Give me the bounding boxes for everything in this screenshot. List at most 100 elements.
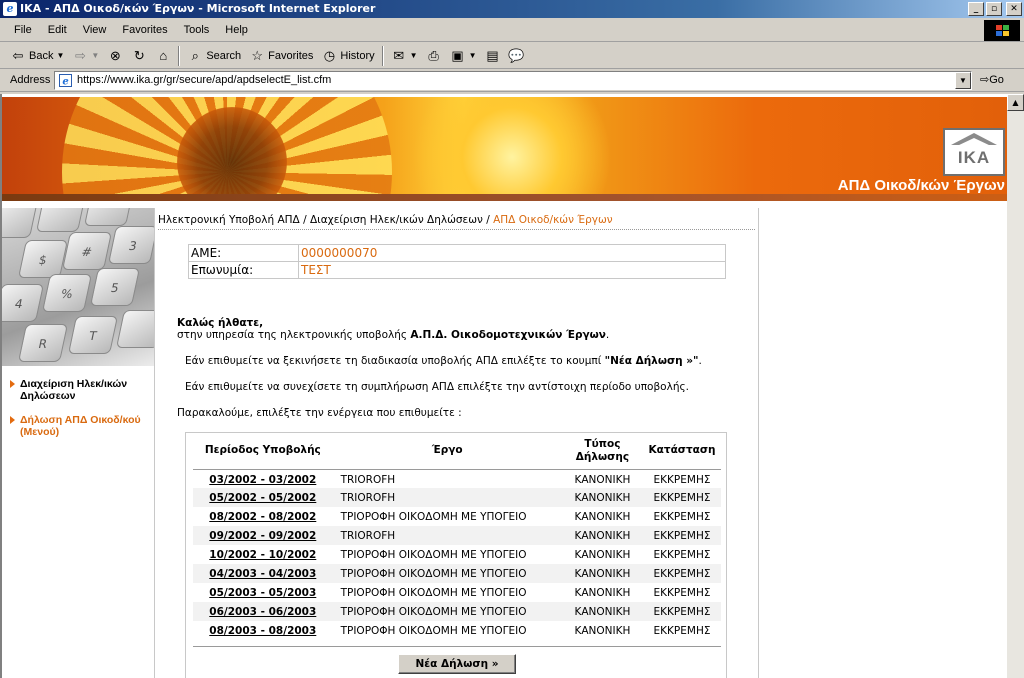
discuss-button[interactable]: 💬 — [505, 45, 529, 67]
breadcrumb-manage[interactable]: Διαχείριση Ηλεκ/ικών Δηλώσεων — [310, 214, 483, 226]
favorites-label: Favorites — [268, 49, 314, 62]
window-title: ΙΚΑ - ΑΠΔ Οικοδ/κών Έργων - Microsoft In… — [20, 2, 376, 15]
favorites-button[interactable]: ☆ Favorites — [245, 45, 317, 67]
minimize-button[interactable]: _ — [968, 2, 984, 16]
menu-tools[interactable]: Tools — [176, 19, 218, 42]
keyboard-key: 4 — [2, 284, 45, 322]
go-button[interactable]: ⇨Go — [980, 73, 1004, 86]
status-cell: ΕΚΚΡΕΜΗΣ — [653, 510, 711, 523]
table-row: 06/2003 - 06/2003 ΤΡΙΟΡΟΦΗ ΟΙΚΟΔΟΜΗ ΜΕ Υ… — [193, 602, 721, 621]
address-bar: Address e https://www.ika.gr/gr/secure/a… — [0, 70, 1024, 92]
menu-view[interactable]: View — [75, 19, 115, 42]
back-label: Back — [29, 49, 54, 62]
welcome-text: Καλώς ήλθατε, στην υπηρεσία της ηλεκτρον… — [177, 317, 609, 341]
status-cell: ΕΚΚΡΕΜΗΣ — [643, 602, 721, 621]
menu-favorites[interactable]: Favorites — [114, 19, 175, 42]
mail-icon: ✉ — [393, 47, 405, 63]
col-status: Κατάσταση — [643, 433, 721, 470]
maximize-button[interactable]: ▫ — [986, 2, 1002, 16]
go-arrow-icon: ⇨ — [980, 74, 990, 86]
select-action-prompt: Παρακαλούμε, επιλέξτε την ενέργεια που ε… — [177, 407, 462, 419]
table-row: 05/2003 - 05/2003 ΤΡΙΟΡΟΦΗ ΟΙΚΟΔΟΜΗ ΜΕ Υ… — [193, 583, 721, 602]
history-button[interactable]: ◷ History — [317, 45, 378, 67]
sunflower-glow — [412, 97, 612, 201]
project-cell: ΤΡΙΟΡΟΦΗ ΟΙΚΟΔΟΜΗ ΜΕ ΥΠΟΓΕΙΟ — [332, 602, 562, 621]
declarations-table: Περίοδος Υποβολής Έργο Τύπος Δήλωσης Κατ… — [193, 433, 721, 647]
instruction-end: . — [698, 355, 702, 367]
type-cell: ΚΑΝΟΝΙΚΗ — [574, 548, 631, 561]
address-url[interactable]: https://www.ika.gr/gr/secure/apd/apdsele… — [77, 74, 331, 86]
type-cell: ΚΑΝΟΝΙΚΗ — [561, 488, 644, 507]
project-cell: TRIOROFH — [340, 473, 396, 486]
forward-arrow-icon: ⇨ — [74, 47, 86, 63]
svg-text:e: e — [62, 77, 68, 88]
media-dropdown-icon[interactable]: ▼ — [469, 51, 477, 60]
address-dropdown-icon[interactable]: ▼ — [955, 72, 971, 89]
sidebar-item-manage-declarations[interactable]: Διαχείριση Ηλεκ/ικών Δηλώσεων — [10, 378, 154, 402]
breadcrumb-underline — [158, 229, 755, 230]
address-label: Address — [10, 74, 51, 86]
media-button[interactable]: ▣ ▼ — [446, 45, 481, 67]
period-link[interactable]: 08/2003 - 08/2003 — [193, 621, 333, 640]
menu-file[interactable]: File — [6, 19, 40, 42]
period-link[interactable]: 04/2003 - 04/2003 — [193, 564, 333, 583]
back-button[interactable]: ⇦ Back ▼ — [6, 45, 68, 67]
col-type: Τύπος Δήλωσης — [561, 433, 644, 470]
breadcrumb-current: ΑΠΔ Οικοδ/κών Έργων — [493, 214, 613, 226]
period-link[interactable]: 05/2002 - 05/2002 — [193, 488, 333, 507]
stop-button[interactable]: ⊗ — [103, 45, 127, 67]
period-link[interactable]: 10/2002 - 10/2002 — [193, 545, 333, 564]
period-link[interactable]: 05/2003 - 05/2003 — [193, 583, 333, 602]
print-button[interactable]: ⎙ — [422, 45, 446, 67]
welcome-service-name: Α.Π.Δ. Οικοδομοτεχνικών Έργων — [410, 329, 606, 341]
period-link[interactable]: 06/2003 - 06/2003 — [193, 602, 333, 621]
status-cell: ΕΚΚΡΕΜΗΣ — [653, 473, 711, 486]
info-row: Επωνυμία: ΤΕΣΤ — [188, 261, 726, 279]
forward-button[interactable]: ⇨ ▼ — [68, 45, 103, 67]
edit-button[interactable]: ▤ — [481, 45, 505, 67]
address-field[interactable]: e https://www.ika.gr/gr/secure/apd/apdse… — [54, 71, 972, 90]
employer-info: ΑΜΕ: 0000000070 Επωνυμία: ΤΕΣΤ — [188, 244, 726, 279]
sidebar-item-apd-menu[interactable]: Δήλωση ΑΠΔ Οικοδ/κού (Μενού) — [10, 414, 154, 438]
home-button[interactable]: ⌂ — [151, 45, 175, 67]
keyboard-image: $ # 3 4 % 5 R T — [2, 208, 154, 366]
divider — [758, 208, 759, 678]
refresh-button[interactable]: ↻ — [127, 45, 151, 67]
menu-edit[interactable]: Edit — [40, 19, 75, 42]
status-cell: ΕΚΚΡΕΜΗΣ — [653, 586, 711, 599]
declarations-panel: Περίοδος Υποβολής Έργο Τύπος Δήλωσης Κατ… — [185, 432, 727, 678]
project-cell: ΤΡΙΟΡΟΦΗ ΟΙΚΟΔΟΜΗ ΜΕ ΥΠΟΓΕΙΟ — [340, 586, 527, 599]
divider — [154, 208, 155, 678]
welcome-line: στην υπηρεσία της ηλεκτρονικής υποβολής — [177, 329, 411, 341]
period-link[interactable]: 09/2002 - 09/2002 — [193, 526, 333, 545]
search-label: Search — [206, 49, 242, 62]
type-cell: ΚΑΝΟΝΙΚΗ — [574, 586, 631, 599]
period-link[interactable]: 08/2002 - 08/2002 — [193, 507, 333, 526]
close-button[interactable]: ✕ — [1006, 2, 1022, 16]
breadcrumb-home[interactable]: Ηλεκτρονική Υποβολή ΑΠΔ — [158, 214, 300, 226]
period-link[interactable]: 03/2002 - 03/2002 — [193, 469, 333, 488]
keyboard-key: T — [67, 316, 119, 354]
mail-button[interactable]: ✉ ▼ — [387, 45, 422, 67]
continue-instruction: Εάν επιθυμείτε να συνεχίσετε τη συμπλήρω… — [185, 381, 689, 393]
name-value: ΤΕΣΤ — [298, 261, 726, 279]
keyboard-key: $ — [17, 240, 69, 278]
menu-bar: File Edit View Favorites Tools Help — [0, 19, 1024, 42]
title-bar: e ΙΚΑ - ΑΠΔ Οικοδ/κών Έργων - Microsoft … — [0, 0, 1024, 18]
scroll-up-icon[interactable]: ▲ — [1007, 94, 1024, 111]
back-dropdown-icon[interactable]: ▼ — [56, 51, 64, 60]
new-declaration-button[interactable]: Νέα Δήλωση » — [398, 654, 516, 674]
status-cell: ΕΚΚΡΕΜΗΣ — [643, 564, 721, 583]
forward-dropdown-icon[interactable]: ▼ — [91, 51, 99, 60]
ame-value: 0000000070 — [298, 244, 726, 262]
refresh-icon: ↻ — [133, 47, 145, 63]
go-label: Go — [989, 74, 1004, 86]
search-button[interactable]: ⌕ Search — [183, 45, 245, 67]
home-icon: ⌂ — [159, 48, 168, 63]
ika-logo[interactable]: ΙΚΑ — [943, 128, 1005, 176]
vertical-scrollbar[interactable]: ▲ — [1007, 94, 1024, 678]
breadcrumb-separator: / — [299, 214, 310, 226]
status-cell: ΕΚΚΡΕΜΗΣ — [653, 548, 711, 561]
mail-dropdown-icon[interactable]: ▼ — [410, 51, 418, 60]
menu-help[interactable]: Help — [217, 19, 256, 42]
